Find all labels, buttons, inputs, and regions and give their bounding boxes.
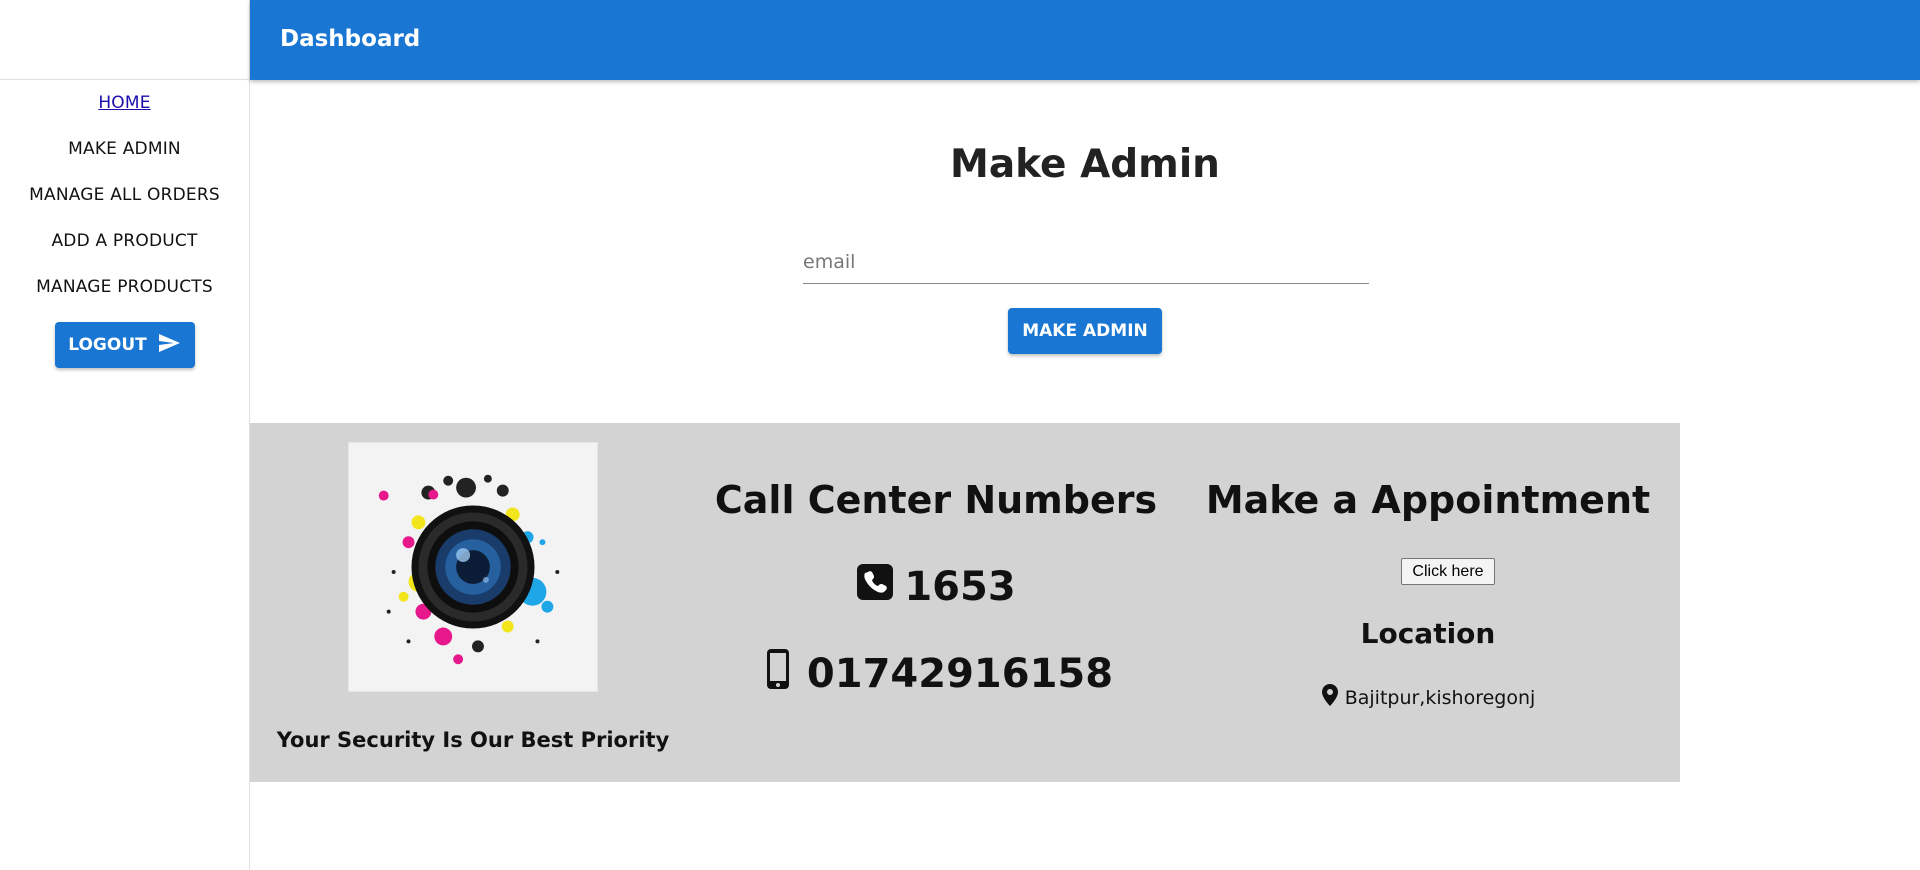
sidebar-item-make-admin[interactable]: MAKE ADMIN — [68, 138, 181, 184]
sidebar-item-home[interactable]: HOME — [98, 92, 150, 138]
camera-lens-logo — [348, 442, 598, 692]
app-bar: Dashboard — [250, 0, 1920, 80]
sidebar: HOME MAKE ADMIN MANAGE ALL ORDERS ADD A … — [0, 0, 250, 870]
location-row: Bajitpur,kishoregonj — [1176, 684, 1680, 711]
location-text: Bajitpur,kishoregonj — [1344, 686, 1536, 709]
phone-number-row: 1653 — [696, 561, 1176, 613]
sidebar-nav: HOME MAKE ADMIN MANAGE ALL ORDERS ADD A … — [0, 80, 249, 368]
mobile-number-row: 01742916158 — [696, 648, 1176, 700]
location-heading: Location — [1360, 617, 1496, 650]
footer: Your Security Is Our Best Priority Call … — [250, 423, 1680, 782]
phone-square-icon — [856, 561, 894, 613]
phone-number-2: 01742916158 — [806, 651, 1114, 697]
phone-number-1: 1653 — [904, 564, 1016, 610]
logout-button[interactable]: LOGOUT — [54, 322, 195, 368]
logout-label: LOGOUT — [68, 335, 147, 355]
map-marker-icon — [1321, 684, 1339, 711]
sidebar-item-add-a-product[interactable]: ADD A PRODUCT — [51, 230, 197, 276]
sidebar-item-manage-all-orders[interactable]: MANAGE ALL ORDERS — [29, 184, 220, 230]
appointment-click-here-button[interactable]: Click here — [1401, 558, 1495, 585]
page-header-title: Dashboard — [280, 26, 421, 52]
page-title: Make Admin — [950, 142, 1220, 187]
sidebar-item-manage-products[interactable]: MANAGE PRODUCTS — [36, 276, 213, 322]
call-center-heading: Call Center Numbers — [714, 478, 1158, 522]
mobile-phone-icon — [759, 648, 797, 700]
make-admin-button[interactable]: MAKE ADMIN — [1008, 308, 1162, 354]
email-field[interactable] — [803, 240, 1369, 284]
appointment-heading: Make a Appointment — [1205, 478, 1651, 522]
footer-tagline: Your Security Is Our Best Priority — [276, 728, 670, 752]
sidebar-header — [0, 0, 249, 80]
send-icon — [157, 331, 181, 360]
